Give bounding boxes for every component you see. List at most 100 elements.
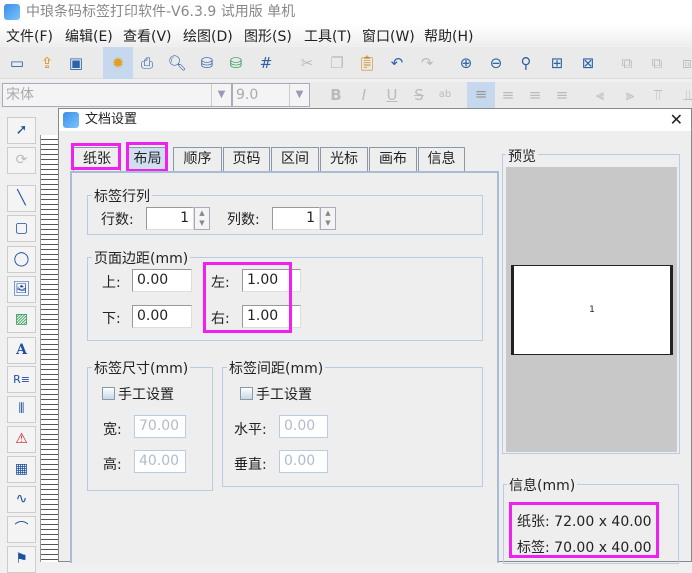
copy-icon[interactable]: ❐ — [325, 51, 349, 75]
tab-order[interactable]: 顺序 — [173, 147, 222, 171]
bold-icon[interactable]: B — [324, 83, 348, 107]
image-tool-icon[interactable]: 🖼︎ — [7, 276, 36, 303]
grid-icon[interactable]: # — [254, 51, 278, 75]
app-title: 中琅条码标签打印软件-V6.3.9 试用版 单机 — [26, 4, 296, 20]
label-size-manual-label: 手工设置 — [118, 387, 174, 403]
top-margin-label: 上: — [102, 275, 121, 291]
align-right-icon[interactable]: ≡ — [523, 83, 547, 107]
tab-info[interactable]: 信息 — [418, 147, 465, 171]
chevron-down-icon[interactable]: ▼ — [289, 84, 309, 106]
highlight-box — [203, 262, 292, 333]
label-size-manual-checkbox[interactable] — [102, 387, 115, 400]
menu-help[interactable]: 帮助(H) — [424, 26, 473, 46]
close-icon[interactable]: ✕ — [670, 109, 683, 131]
tab-range[interactable]: 区间 — [271, 147, 319, 171]
line-tool-icon[interactable]: ╲ — [7, 185, 36, 212]
menu-file[interactable]: 文件(F) — [6, 26, 53, 46]
fit-page-icon[interactable]: ⊞ — [545, 51, 569, 75]
vertical-gap-label: 垂直: — [234, 457, 267, 473]
horizontal-gap-input[interactable]: 0.00 — [279, 415, 328, 438]
font-value: 宋体 — [6, 87, 34, 103]
top-margin-input[interactable]: 0.00 — [132, 269, 192, 292]
picture-tool-icon[interactable]: ▨ — [7, 306, 36, 333]
menu-bar: 文件(F) 编辑(E) 查看(V) 绘图(D) 图形(S) 工具(T) 窗口(W… — [0, 24, 692, 46]
send-back-icon[interactable]: ⧉ — [645, 51, 669, 75]
app-logo-icon — [4, 4, 20, 20]
undo-icon[interactable]: ↶ — [385, 51, 409, 75]
new-icon[interactable]: ▭ — [5, 51, 29, 75]
drawing-toolbox: ➚ ⟳ ╲ ▢ ◯ 🖼︎ ▨ A R≡ ⦀ ⚠ ▦ ∿ ⌒ ⚑ — [0, 110, 40, 573]
menu-shape[interactable]: 图形(S) — [244, 26, 292, 46]
arc-tool-icon[interactable]: ⌒ — [7, 516, 36, 543]
document-settings-icon[interactable]: ✹ — [103, 47, 133, 79]
label-gap-manual-label: 手工设置 — [256, 387, 312, 403]
curve-tool-icon[interactable]: ∿ — [7, 486, 36, 513]
font-size-select[interactable]: 9.0 ▼ — [232, 83, 310, 107]
label-width-input[interactable]: 70.00 — [134, 415, 186, 438]
label-size-group: 标签尺寸(mm) 手工设置 宽: 70.00 高: 40.00 — [87, 358, 213, 491]
strikethrough-icon[interactable]: S — [407, 83, 431, 107]
align-objects-bottom-icon[interactable]: ⫫ — [676, 83, 692, 107]
ellipse-tool-icon[interactable]: ◯ — [7, 246, 36, 273]
label-gap-manual-checkbox[interactable] — [240, 387, 253, 400]
menu-view[interactable]: 查看(V) — [123, 26, 172, 46]
print-icon[interactable]: ⎙ — [135, 51, 159, 75]
superscript-icon[interactable]: ab — [433, 83, 457, 107]
shape-tool-icon[interactable]: ⚠ — [7, 426, 36, 453]
save-icon[interactable]: ▣ — [64, 51, 88, 75]
rows-input[interactable]: 1 — [146, 207, 194, 230]
vertical-gap-input[interactable]: 0.00 — [279, 450, 328, 473]
bring-front-icon[interactable]: ⧉ — [615, 51, 639, 75]
menu-edit[interactable]: 编辑(E) — [65, 26, 113, 46]
zoom-out-icon[interactable]: ⊖ — [484, 51, 508, 75]
barcode-tool-icon[interactable]: ⦀ — [7, 396, 36, 423]
align-objects-top-icon[interactable]: ⫪ — [646, 83, 670, 107]
font-select[interactable]: 宋体 ▼ — [2, 83, 232, 107]
database-icon[interactable]: ⛁ — [195, 51, 219, 75]
tab-canvas[interactable]: 画布 — [369, 147, 417, 171]
text-tool-icon[interactable]: A — [7, 337, 36, 364]
vertical-ruler — [40, 135, 58, 562]
flag-tool-icon[interactable]: ⚑ — [7, 546, 36, 573]
document-settings-dialog: 文档设置 ✕ 纸张 布局 顺序 页码 区间 光标 画布 信息 标签行列 行数: … — [58, 108, 692, 564]
group-title: 标签间距(mm) — [227, 358, 326, 378]
chevron-down-icon[interactable]: ▼ — [211, 84, 231, 106]
rows-stepper[interactable]: ▲ ▼ — [194, 207, 210, 230]
cols-stepper[interactable]: ▲ ▼ — [320, 207, 336, 230]
label-height-input[interactable]: 40.00 — [134, 450, 186, 473]
italic-icon[interactable]: I — [352, 83, 376, 107]
zoom-in-icon[interactable]: ⊕ — [454, 51, 478, 75]
menu-draw[interactable]: 绘图(D) — [183, 26, 233, 46]
align-left-icon[interactable]: ≡ — [467, 82, 495, 108]
redo-icon[interactable]: ↷ — [415, 51, 439, 75]
group-icon[interactable]: ⧈ — [675, 51, 692, 75]
menu-tools[interactable]: 工具(T) — [304, 26, 351, 46]
qrcode-tool-icon[interactable]: ▦ — [7, 456, 36, 483]
menu-window[interactable]: 窗口(W) — [362, 26, 415, 46]
rectangle-tool-icon[interactable]: ▢ — [7, 215, 36, 242]
cut-icon[interactable]: ✂ — [295, 51, 319, 75]
zoom-icon[interactable]: ⚲ — [514, 51, 538, 75]
tab-page-number[interactable]: 页码 — [223, 147, 270, 171]
height-label: 高: — [103, 457, 122, 473]
rich-text-tool-icon[interactable]: R≡ — [7, 366, 36, 393]
format-toolbar: 宋体 ▼ 9.0 ▼ B I U S ab ≡ ≡ ≡ ≡ ⫷ ⫸ ⫪ ⫫ — [0, 82, 692, 108]
paste-icon[interactable]: 📋︎ — [355, 51, 379, 75]
underline-icon[interactable]: U — [380, 83, 404, 107]
tab-cursor[interactable]: 光标 — [320, 147, 368, 171]
align-center-icon[interactable]: ≡ — [496, 83, 520, 107]
align-objects-right-icon[interactable]: ⫸ — [618, 83, 642, 107]
open-icon[interactable]: ⇪ — [35, 51, 59, 75]
bottom-margin-input[interactable]: 0.00 — [132, 305, 192, 328]
print-preview-icon[interactable]: 🔍︎ — [165, 51, 189, 75]
align-objects-left-icon[interactable]: ⫷ — [588, 83, 612, 107]
justify-icon[interactable]: ≡ — [550, 83, 574, 107]
select-tool-icon[interactable]: ➚ — [7, 117, 36, 144]
database-connect-icon[interactable]: ⛁ — [224, 51, 248, 75]
fit-width-icon[interactable]: ⊠ — [576, 51, 600, 75]
rotate-tool-icon[interactable]: ⟳ — [7, 147, 36, 174]
highlight-box — [126, 142, 168, 172]
cols-input[interactable]: 1 — [272, 207, 320, 230]
app-logo-icon — [63, 112, 79, 128]
rows-label: 行数: — [101, 212, 134, 228]
